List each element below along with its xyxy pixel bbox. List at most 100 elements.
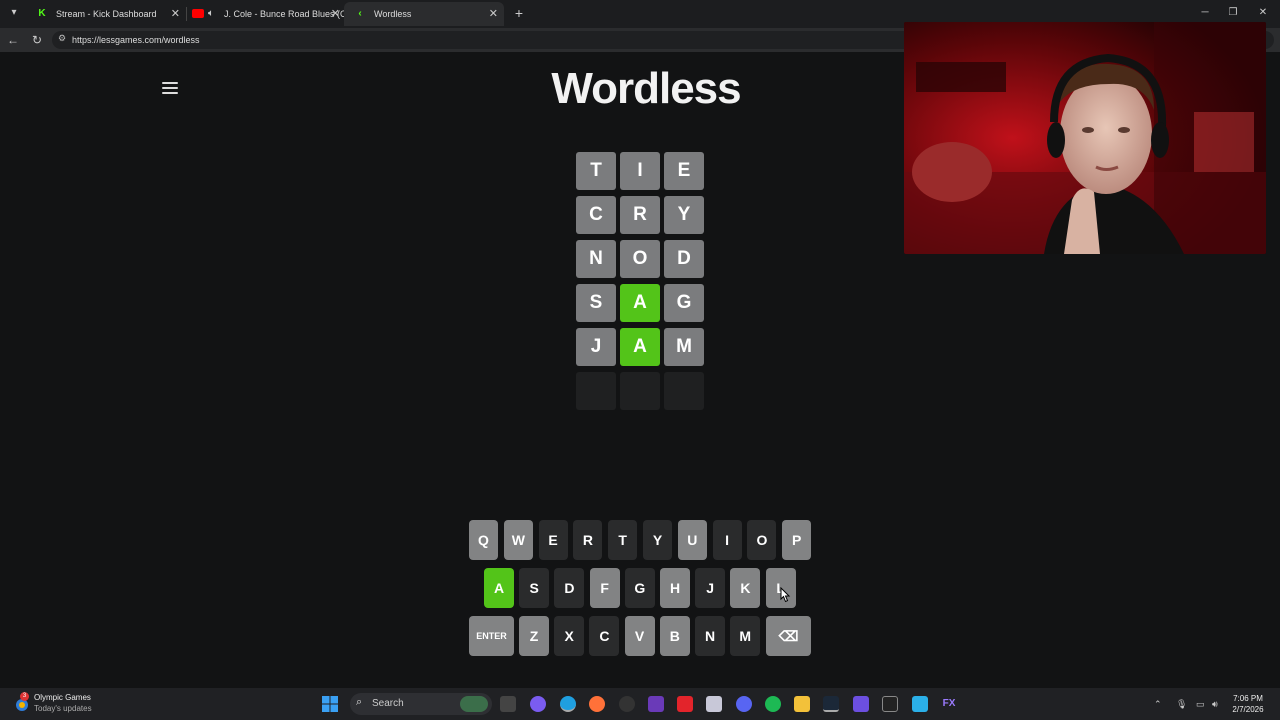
key-x[interactable]: X (554, 616, 585, 656)
grid-tile: E (664, 152, 704, 190)
news-title[interactable]: Olympic Games (34, 693, 91, 702)
key-h[interactable]: H (660, 568, 690, 608)
key-p[interactable]: P (782, 520, 812, 560)
app-icon-blue[interactable] (912, 696, 928, 712)
news-badge: 3 (20, 692, 29, 701)
grid-tile: N (576, 240, 616, 278)
grid-tile: R (620, 196, 660, 234)
tab-divider (186, 7, 187, 21)
tab-title: J. Cole - Bunce Road Blues (O (224, 9, 346, 19)
speaker-icon[interactable]: 🔈︎ (208, 2, 214, 26)
back-icon[interactable]: ← (4, 31, 22, 49)
tab-youtube[interactable]: 🔈︎ J. Cole - Bunce Road Blues (O ✕ (188, 2, 346, 26)
youtube-favicon-icon (192, 9, 204, 18)
key-f[interactable]: F (589, 568, 620, 608)
app-icon-stack[interactable] (853, 696, 869, 712)
site-info-icon[interactable]: ⚙︎ (58, 33, 66, 44)
key-z[interactable]: Z (519, 616, 549, 656)
key-u[interactable]: U (677, 520, 707, 560)
spotify-icon[interactable] (765, 696, 781, 712)
volume-icon[interactable]: 🔊︎ (1212, 688, 1218, 720)
key-q[interactable]: Q (469, 520, 498, 560)
network-icon[interactable]: ▭ (1196, 688, 1205, 720)
app-icon-purple[interactable] (648, 696, 664, 712)
app-icon-red[interactable] (677, 696, 693, 712)
obs-icon[interactable] (619, 696, 635, 712)
grid-tile: C (576, 196, 616, 234)
key-e[interactable]: E (538, 520, 568, 560)
key-s[interactable]: S (519, 568, 550, 608)
start-button-icon[interactable] (322, 696, 338, 712)
tab-search-icon[interactable]: ▾ (6, 5, 22, 21)
grid-tile: S (576, 284, 616, 322)
key-b[interactable]: B (659, 616, 690, 656)
grid-tile: A (620, 328, 660, 366)
key-r[interactable]: R (573, 520, 603, 560)
webcam-image (904, 22, 1266, 254)
firefox-icon[interactable] (589, 696, 605, 712)
fx-app-icon[interactable]: FX (941, 696, 957, 712)
tab-kick-dashboard[interactable]: K Stream - Kick Dashboard ✕ (26, 2, 186, 26)
enter-key[interactable]: ENTER (469, 616, 514, 656)
key-w[interactable]: W (503, 520, 533, 560)
new-tab-button[interactable]: + (510, 4, 528, 22)
microphone-icon[interactable]: 🎙︎ (1176, 688, 1187, 720)
task-view-icon[interactable] (500, 696, 516, 712)
close-tab-icon[interactable]: ✕ (489, 2, 498, 26)
search-placeholder: Search (372, 698, 404, 709)
key-k[interactable]: K (730, 568, 761, 608)
key-g[interactable]: G (624, 568, 655, 608)
key-y[interactable]: Y (643, 520, 672, 560)
grid-tile: I (620, 152, 660, 190)
grid-tile: T (576, 152, 616, 190)
wordless-favicon-icon: ‹ (358, 8, 362, 19)
close-window-icon[interactable]: ✕ (1252, 4, 1274, 22)
key-i[interactable]: I (712, 520, 742, 560)
key-m[interactable]: M (730, 616, 761, 656)
kick-favicon-icon: K (38, 8, 46, 19)
backspace-key-icon[interactable]: ⌫ (766, 616, 811, 656)
tab-wordless[interactable]: ‹ Wordless ✕ (344, 2, 504, 26)
menu-icon[interactable] (162, 82, 178, 96)
windows-taskbar: 3 Olympic Games Today's updates ⌕ Search… (0, 688, 1280, 720)
app-icon-dark[interactable] (882, 696, 898, 712)
key-v[interactable]: V (624, 616, 655, 656)
search-icon: ⌕ (356, 696, 363, 708)
news-subtitle: Today's updates (34, 704, 92, 713)
close-tab-icon[interactable]: ✕ (331, 2, 340, 26)
key-n[interactable]: N (695, 616, 725, 656)
edge-browser-icon[interactable] (560, 696, 576, 712)
clock-date: 2/7/2026 (1232, 705, 1264, 714)
file-explorer-icon[interactable] (794, 696, 810, 712)
minimize-icon[interactable]: ─ (1194, 4, 1216, 22)
url-text[interactable]: https://lessgames.com/wordless (72, 31, 200, 49)
webcam-overlay (904, 22, 1266, 254)
close-tab-icon[interactable]: ✕ (171, 2, 180, 26)
tray-overflow-icon[interactable]: ⌃ (1154, 688, 1162, 720)
steam-icon[interactable] (823, 696, 839, 712)
key-t[interactable]: T (608, 520, 638, 560)
system-clock[interactable]: 7:06 PM 2/7/2026 (1228, 693, 1268, 715)
clock-time: 7:06 PM (1233, 694, 1263, 703)
key-j[interactable]: J (695, 568, 726, 608)
empty-grid-tile (664, 372, 704, 410)
grid-tile: O (620, 240, 660, 278)
key-o[interactable]: O (747, 520, 777, 560)
copilot-icon[interactable] (530, 696, 546, 712)
empty-grid-tile (576, 372, 616, 410)
itunes-icon[interactable] (706, 696, 722, 712)
reload-icon[interactable]: ↻ (28, 31, 46, 49)
grid-tile: D (664, 240, 704, 278)
grid-tile: Y (664, 196, 704, 234)
tab-title: Wordless (374, 9, 412, 19)
page-title: Wordless (551, 64, 741, 113)
key-a[interactable]: A (484, 568, 514, 608)
key-d[interactable]: D (554, 568, 585, 608)
key-c[interactable]: C (589, 616, 620, 656)
grid-tile: A (620, 284, 660, 322)
mouse-cursor-icon (780, 587, 791, 603)
restore-icon[interactable]: ❐ (1222, 4, 1244, 22)
empty-grid-tile (620, 372, 660, 410)
taskbar-search[interactable]: ⌕ Search (350, 693, 492, 715)
discord-icon[interactable] (736, 696, 752, 712)
